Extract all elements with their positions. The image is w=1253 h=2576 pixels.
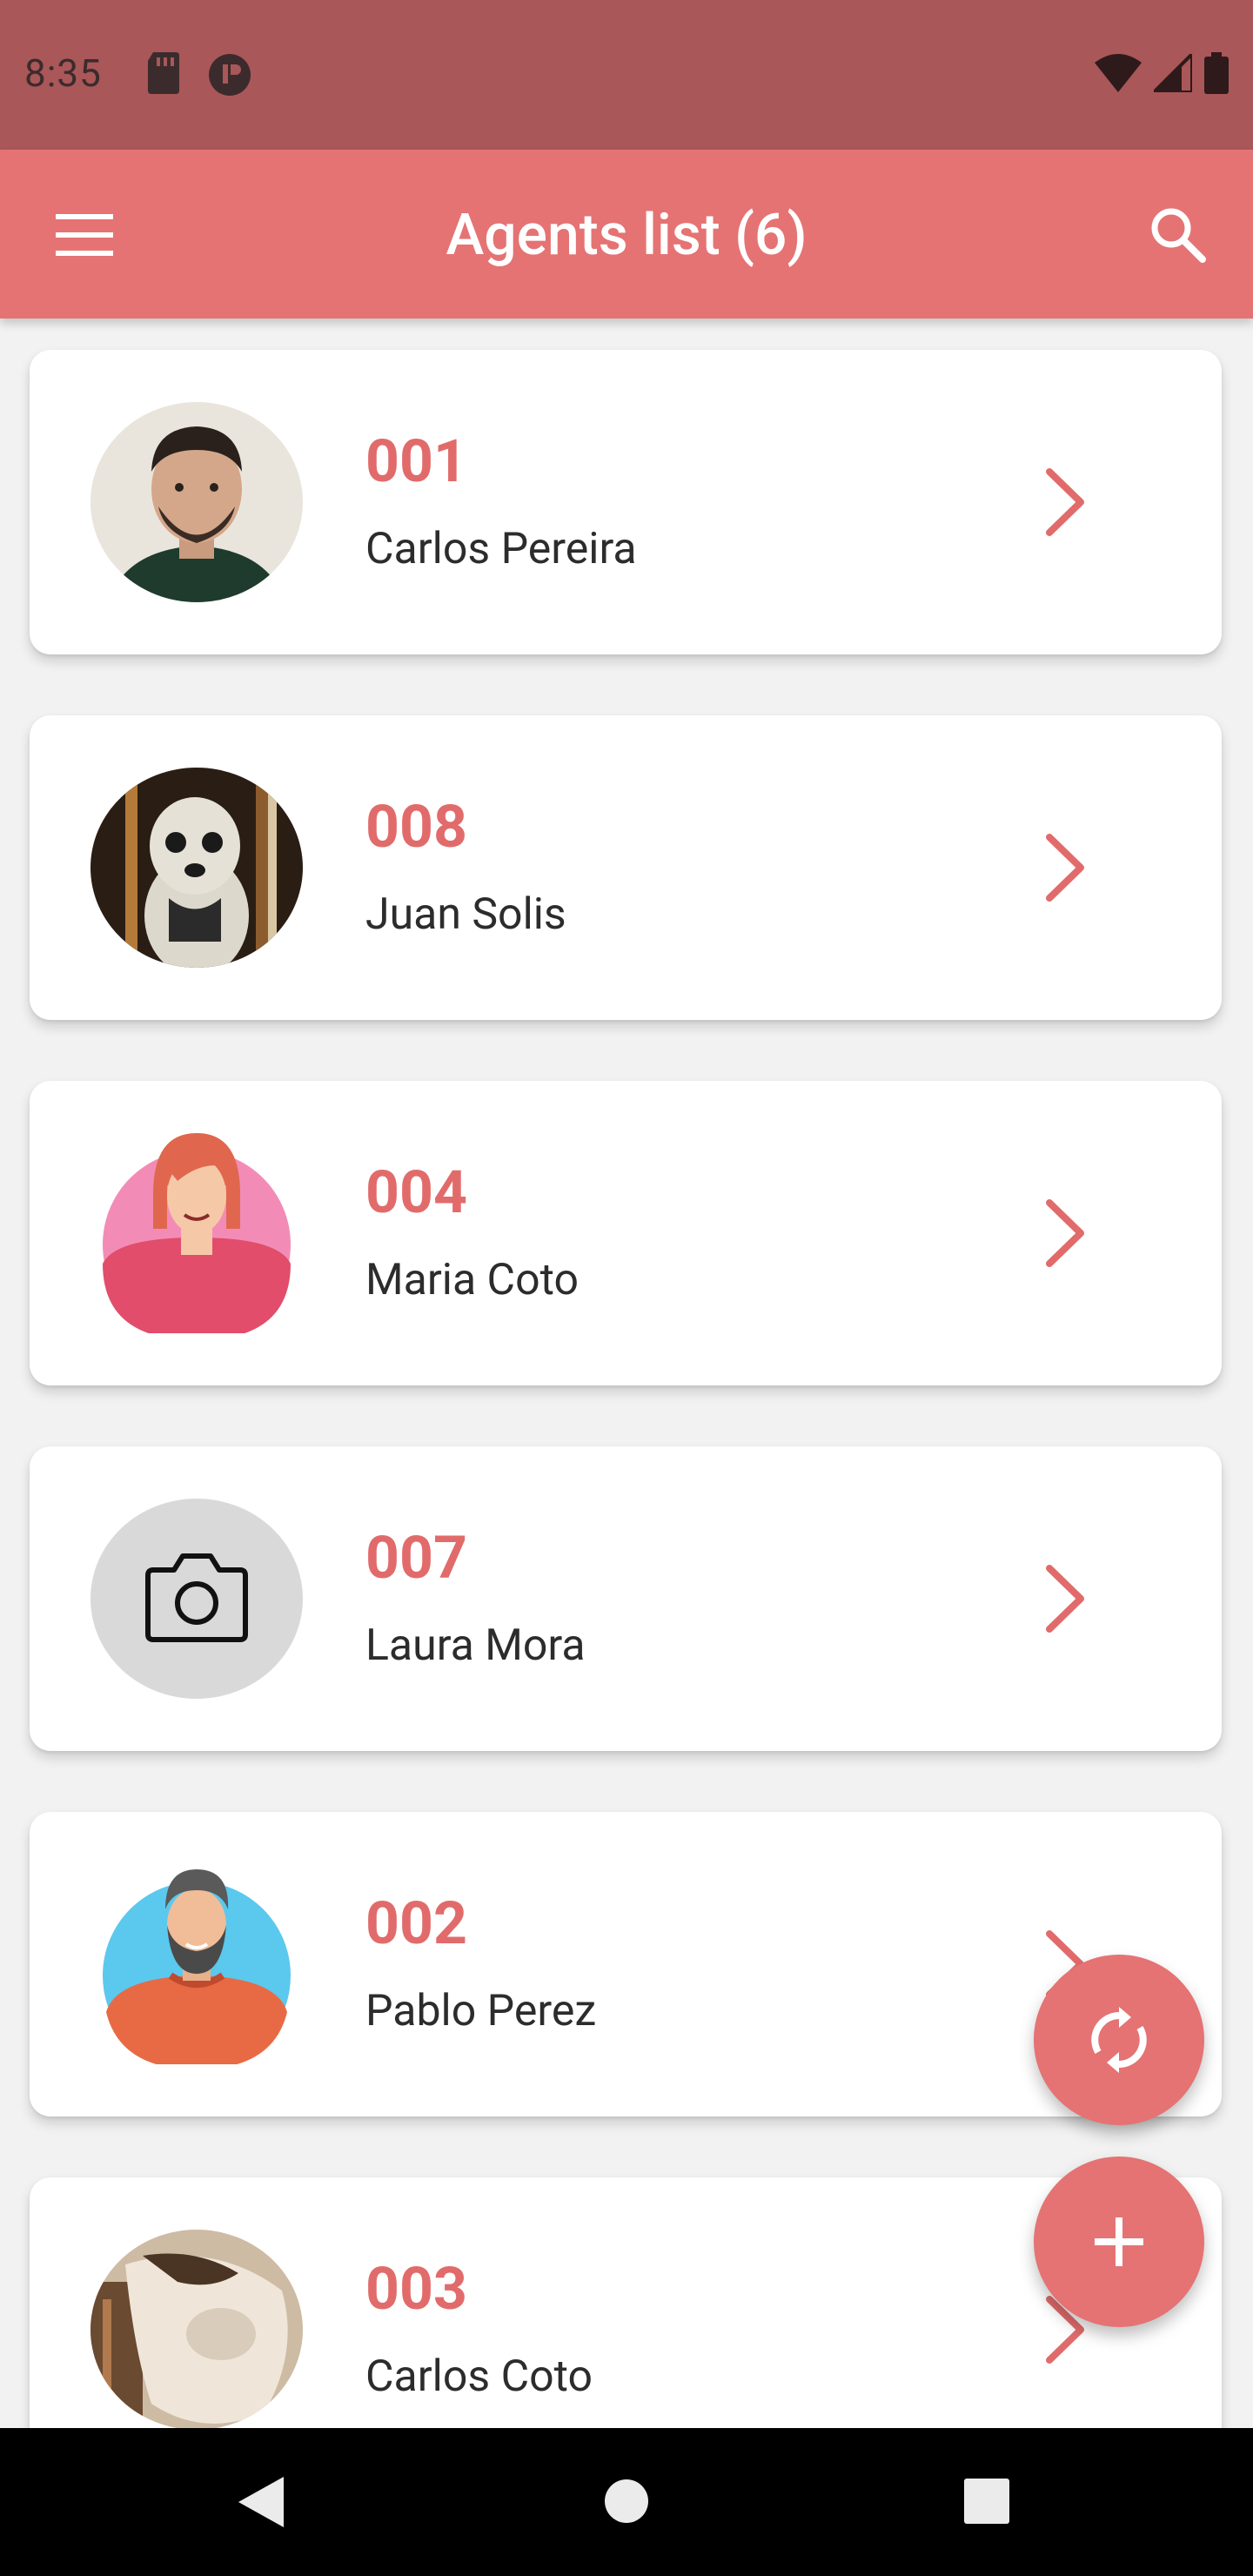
back-icon[interactable] <box>237 2475 285 2529</box>
agent-name: Juan Solis <box>365 889 566 940</box>
signal-icon <box>1154 54 1192 92</box>
chevron-right-icon <box>1046 834 1084 902</box>
chevron-right-icon <box>1046 468 1084 536</box>
agent-id: 001 <box>365 426 468 496</box>
battery-icon <box>1204 52 1229 94</box>
sync-icon <box>1091 2007 1147 2073</box>
agent-name: Maria Coto <box>365 1255 579 1305</box>
search-button[interactable] <box>1142 198 1215 272</box>
agent-id: 007 <box>365 1523 468 1593</box>
agent-name: Carlos Coto <box>365 2351 593 2402</box>
agent-card[interactable]: 001 Carlos Pereira <box>30 350 1222 654</box>
agent-id: 004 <box>365 1157 468 1227</box>
navigation-bar <box>0 2428 1253 2576</box>
agent-card[interactable]: 008 Juan Solis <box>30 715 1222 1020</box>
sync-button[interactable] <box>1034 1955 1204 2125</box>
avatar <box>90 1133 303 1340</box>
chevron-right-icon <box>1046 1565 1084 1633</box>
sd-card-icon <box>148 52 179 94</box>
at-icon <box>209 54 251 96</box>
agent-id: 002 <box>365 1888 468 1958</box>
page-title: Agents list (6) <box>446 202 807 269</box>
add-agent-button[interactable] <box>1034 2157 1204 2327</box>
avatar <box>90 2230 303 2428</box>
status-time: 8:35 <box>24 50 102 96</box>
avatar <box>90 1864 303 2070</box>
chevron-right-icon <box>1046 1199 1084 1267</box>
camera-placeholder-icon <box>145 1553 248 1642</box>
agent-name: Pablo Perez <box>365 1986 597 2036</box>
app-bar: Agents list (6) <box>0 150 1253 319</box>
agent-card[interactable]: 004 Maria Coto <box>30 1081 1222 1385</box>
search-icon <box>1151 208 1206 263</box>
agent-card[interactable]: 007 Laura Mora <box>30 1446 1222 1751</box>
recents-icon[interactable] <box>964 2479 1009 2524</box>
wifi-icon <box>1095 54 1142 92</box>
status-bar: 8:35 <box>0 0 1253 150</box>
agents-list: 001 Carlos Pereira 008 Juan Solis 004 Ma… <box>0 319 1253 2428</box>
plus-icon <box>1095 2217 1143 2266</box>
agent-name: Laura Mora <box>365 1620 586 1671</box>
agent-id: 003 <box>365 2254 468 2324</box>
agent-name: Carlos Pereira <box>365 524 637 574</box>
agent-id: 008 <box>365 792 468 862</box>
avatar <box>90 1499 303 1699</box>
avatar <box>90 402 303 602</box>
home-icon[interactable] <box>604 2479 649 2524</box>
avatar <box>90 768 303 968</box>
